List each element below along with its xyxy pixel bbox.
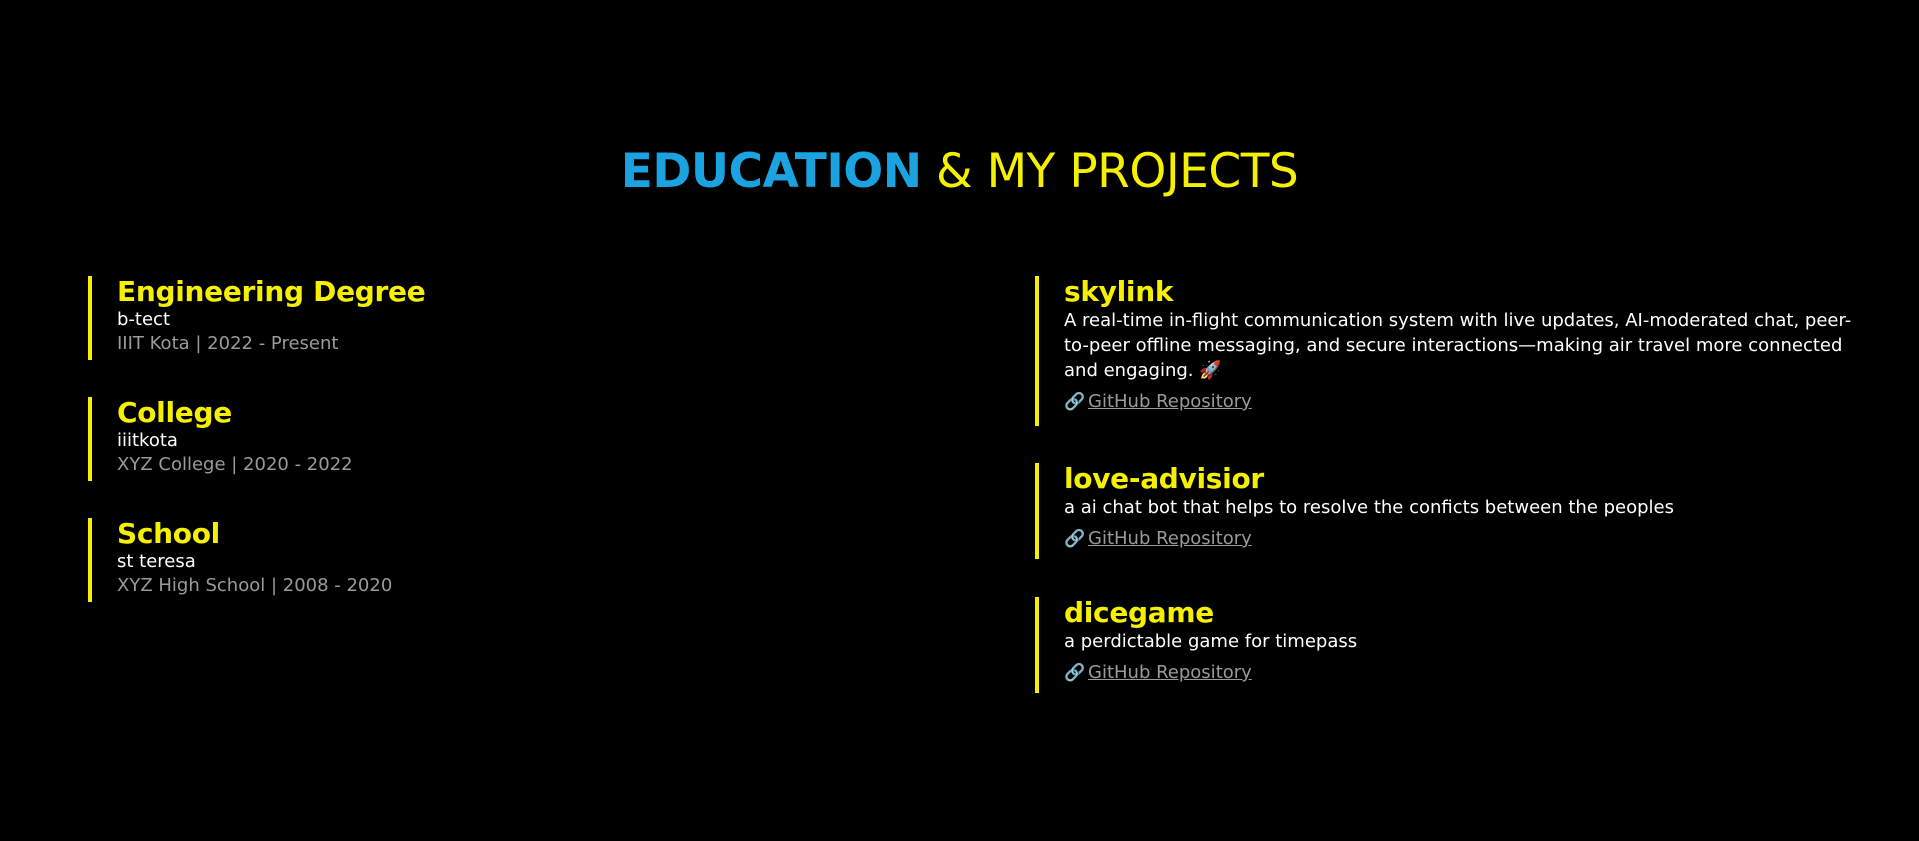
- rocket-icon: 🚀: [1199, 360, 1222, 381]
- project-item: love-advisior a ai chat bot that helps t…: [1035, 463, 1865, 559]
- education-title: Engineering Degree: [117, 275, 426, 308]
- section-title: EDUCATION & MY PROJECTS: [0, 144, 1919, 200]
- project-description: a ai chat bot that helps to resolve the …: [1064, 497, 1675, 518]
- education-item: College iiitkota XYZ College | 2020 - 20…: [88, 397, 948, 481]
- link-icon: 🔗: [1064, 529, 1086, 549]
- project-description: a perdictable game for timepass: [1064, 631, 1358, 652]
- github-repository-link[interactable]: 🔗 GitHub Repository: [1064, 389, 1252, 415]
- project-description-text: A real-time in-flight communication syst…: [1064, 310, 1852, 381]
- projects-column: skylink A real-time in-flight communicat…: [1035, 276, 1865, 693]
- github-link-label: GitHub Repository: [1088, 662, 1252, 683]
- link-icon: 🔗: [1064, 663, 1086, 683]
- project-title: dicegame: [1064, 596, 1214, 629]
- education-item: School st teresa XYZ High School | 2008 …: [88, 518, 948, 602]
- link-icon: 🔗: [1064, 392, 1086, 412]
- education-title: College: [117, 396, 232, 429]
- education-subtitle: b-tect: [117, 309, 171, 330]
- section-title-education: EDUCATION: [620, 144, 922, 199]
- education-meta: IIIT Kota | 2022 - Present: [117, 333, 339, 354]
- education-meta: XYZ College | 2020 - 2022: [117, 454, 353, 475]
- page: EDUCATION & MY PROJECTS Engineering Degr…: [0, 0, 1919, 841]
- education-item: Engineering Degree b-tect IIIT Kota | 20…: [88, 276, 948, 360]
- project-description: A real-time in-flight communication syst…: [1064, 308, 1865, 383]
- education-subtitle: st teresa: [117, 551, 196, 572]
- project-item: dicegame a perdictable game for timepass…: [1035, 597, 1865, 693]
- github-repository-link[interactable]: 🔗 GitHub Repository: [1064, 526, 1252, 552]
- section-title-projects: & MY PROJECTS: [921, 144, 1299, 199]
- project-title: skylink: [1064, 275, 1174, 308]
- education-meta: XYZ High School | 2008 - 2020: [117, 575, 393, 596]
- education-title: School: [117, 517, 220, 550]
- github-link-label: GitHub Repository: [1088, 391, 1252, 412]
- education-subtitle: iiitkota: [117, 430, 178, 451]
- education-column: Engineering Degree b-tect IIIT Kota | 20…: [88, 276, 948, 639]
- project-title: love-advisior: [1064, 462, 1264, 495]
- github-link-label: GitHub Repository: [1088, 528, 1252, 549]
- project-item: skylink A real-time in-flight communicat…: [1035, 276, 1865, 426]
- github-repository-link[interactable]: 🔗 GitHub Repository: [1064, 660, 1252, 686]
